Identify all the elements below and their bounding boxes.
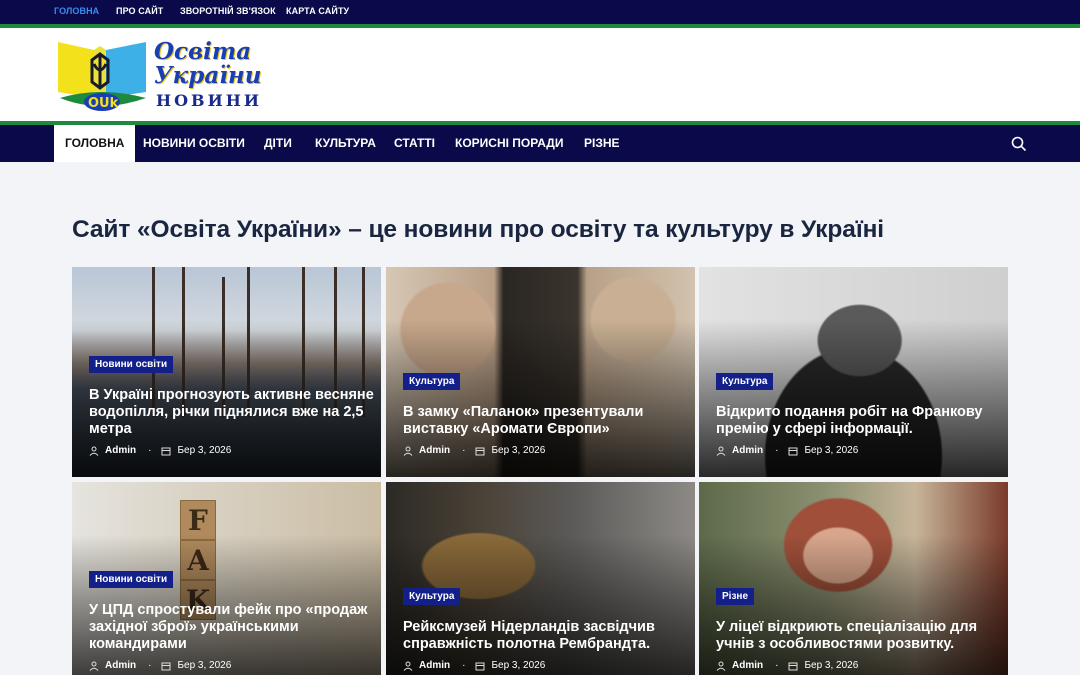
search-icon[interactable] bbox=[1010, 135, 1028, 153]
top-link-feedback[interactable]: Зворотній зв'язок bbox=[180, 6, 276, 16]
article-meta: Admin · Бер 3, 2026 bbox=[89, 445, 231, 456]
article-meta: Admin · Бер 3, 2026 bbox=[403, 660, 545, 671]
article-date: Бер 3, 2026 bbox=[177, 660, 232, 671]
article-title[interactable]: У ЦПД спростували фейк про «продаж захід… bbox=[89, 602, 374, 653]
calendar-icon bbox=[788, 447, 798, 455]
nav-item-articles[interactable]: Статті bbox=[394, 125, 435, 162]
article-meta: Admin · Бер 3, 2026 bbox=[403, 445, 545, 456]
category-badge[interactable]: Новини освіти bbox=[89, 571, 174, 588]
article-meta: Admin · Бер 3, 2026 bbox=[716, 445, 858, 456]
top-bar: Головна Про сайт Зворотній зв'язок Карта… bbox=[0, 0, 1080, 24]
calendar-icon bbox=[161, 662, 171, 670]
article-date: Бер 3, 2026 bbox=[804, 660, 859, 671]
article-meta: Admin · Бер 3, 2026 bbox=[89, 660, 231, 671]
user-icon bbox=[403, 661, 413, 671]
article-card[interactable]: Різне У ліцеї відкриють спеціалізацію дл… bbox=[699, 482, 1008, 675]
logo-emblem-icon: OUk bbox=[58, 42, 146, 111]
svg-text:OUk: OUk bbox=[88, 96, 119, 111]
category-badge[interactable]: Культура bbox=[716, 373, 774, 390]
user-icon bbox=[716, 661, 726, 671]
category-badge[interactable]: Культура bbox=[403, 373, 461, 390]
article-date: Бер 3, 2026 bbox=[177, 445, 232, 456]
article-title[interactable]: В замку «Паланок» презентували виставку … bbox=[403, 404, 688, 438]
user-icon bbox=[89, 661, 99, 671]
article-card[interactable]: F A K Новини освіти У ЦПД спростували фе… bbox=[72, 482, 381, 675]
article-author[interactable]: Admin bbox=[732, 445, 763, 456]
article-author[interactable]: Admin bbox=[105, 445, 136, 456]
logo-line-1: Освіта bbox=[154, 38, 252, 65]
top-link-sitemap[interactable]: Карта сайту bbox=[286, 6, 349, 16]
nav-item-culture[interactable]: Культура bbox=[315, 125, 376, 162]
article-card[interactable]: Культура Відкрито подання робіт на Франк… bbox=[699, 267, 1008, 477]
user-icon bbox=[403, 446, 413, 456]
site-header: OUk Освіта України НОВИНИ bbox=[0, 28, 1080, 121]
page-title: Сайт «Освіта України» – це новини про ос… bbox=[72, 216, 885, 243]
category-badge[interactable]: Новини освіти bbox=[89, 356, 174, 373]
article-author[interactable]: Admin bbox=[419, 660, 450, 671]
category-badge[interactable]: Різне bbox=[716, 588, 755, 605]
article-date: Бер 3, 2026 bbox=[804, 445, 859, 456]
nav-item-home[interactable]: Головна bbox=[54, 125, 136, 162]
top-link-home[interactable]: Головна bbox=[54, 6, 99, 16]
site-logo[interactable]: OUk Освіта України НОВИНИ bbox=[54, 36, 264, 114]
nav-item-education-news[interactable]: Новини освіти bbox=[143, 125, 245, 162]
calendar-icon bbox=[788, 662, 798, 670]
top-link-about[interactable]: Про сайт bbox=[116, 6, 163, 16]
logo-line-2: України bbox=[154, 62, 262, 89]
article-title[interactable]: У ліцеї відкриють спеціалізацію для учні… bbox=[716, 619, 1001, 653]
article-card[interactable]: Культура Рейксмузей Нідерландів засвідчи… bbox=[386, 482, 695, 675]
user-icon bbox=[716, 446, 726, 456]
logo-line-3: НОВИНИ bbox=[156, 91, 262, 110]
article-card[interactable]: Культура В замку «Паланок» презентували … bbox=[386, 267, 695, 477]
category-badge[interactable]: Культура bbox=[403, 588, 461, 605]
calendar-icon bbox=[161, 447, 171, 455]
article-date: Бер 3, 2026 bbox=[491, 445, 546, 456]
article-title[interactable]: В Україні прогнозують активне весняне во… bbox=[89, 387, 374, 438]
article-title[interactable]: Відкрито подання робіт на Франкову премі… bbox=[716, 404, 1001, 438]
article-date: Бер 3, 2026 bbox=[491, 660, 546, 671]
article-title[interactable]: Рейксмузей Нідерландів засвідчив справжн… bbox=[403, 619, 688, 653]
nav-item-useful-tips[interactable]: Корисні поради bbox=[455, 125, 563, 162]
article-author[interactable]: Admin bbox=[419, 445, 450, 456]
article-meta: Admin · Бер 3, 2026 bbox=[716, 660, 858, 671]
article-author[interactable]: Admin bbox=[732, 660, 763, 671]
calendar-icon bbox=[475, 447, 485, 455]
calendar-icon bbox=[475, 662, 485, 670]
nav-item-misc[interactable]: Різне bbox=[584, 125, 620, 162]
user-icon bbox=[89, 446, 99, 456]
nav-item-children[interactable]: Діти bbox=[264, 125, 292, 162]
article-author[interactable]: Admin bbox=[105, 660, 136, 671]
main-nav: Головна Новини освіти Діти Культура Стат… bbox=[0, 125, 1080, 162]
article-card[interactable]: Новини освіти В Україні прогнозують акти… bbox=[72, 267, 381, 477]
